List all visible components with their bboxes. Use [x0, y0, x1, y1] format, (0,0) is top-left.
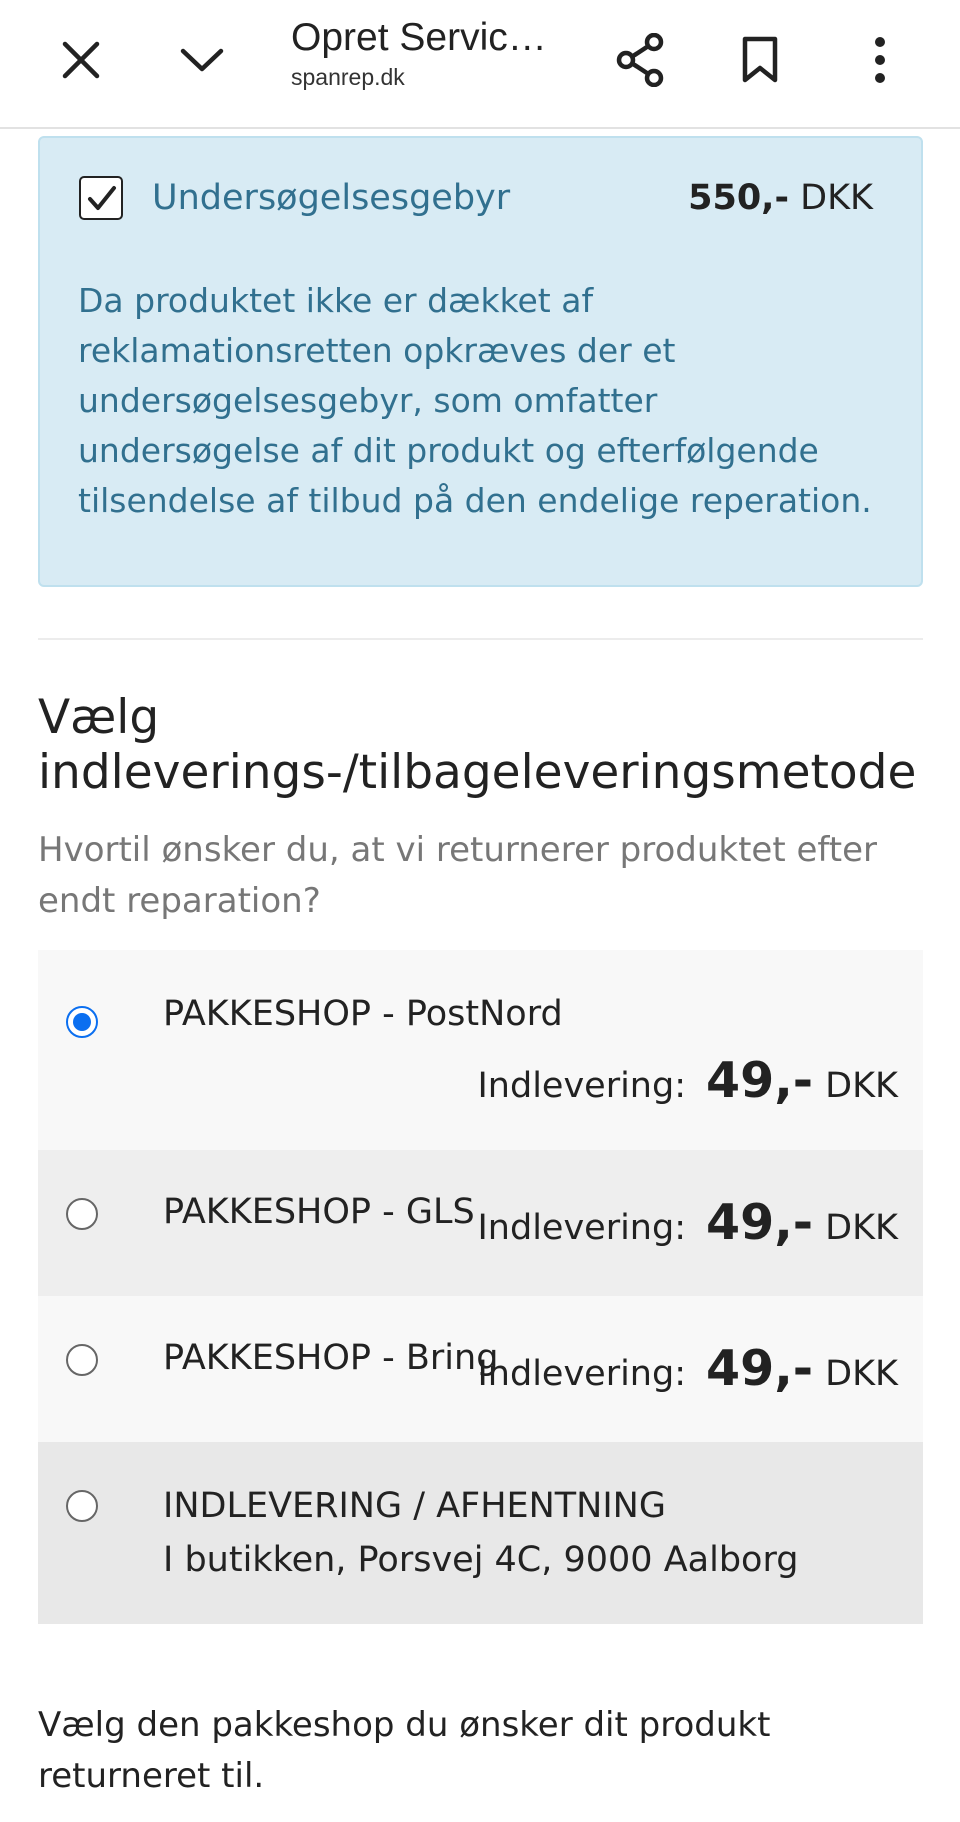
- fee-description: Da produktet ikke er dækket af reklamati…: [78, 281, 872, 520]
- radio-store-pickup[interactable]: [66, 1490, 98, 1522]
- section-subtitle: Hvortil ønsker du, at vi returnerer prod…: [38, 830, 877, 921]
- delivery-option-postnord[interactable]: PAKKESHOP - PostNord Indlevering: 49,- D…: [38, 950, 923, 1150]
- more-vert-icon[interactable]: [848, 28, 912, 92]
- radio-gls[interactable]: [66, 1198, 98, 1230]
- section-title-line-1: Vælg: [38, 690, 160, 745]
- radio-bring[interactable]: [66, 1344, 98, 1376]
- fee-price: 550,- DKK: [688, 178, 873, 218]
- option-label: INDLEVERING / AFHENTNING: [163, 1486, 666, 1526]
- radio-postnord[interactable]: [66, 1006, 98, 1038]
- option-price-amount: 49,-: [706, 1194, 814, 1251]
- fee-checkbox[interactable]: [79, 176, 123, 220]
- option-price-currency: DKK: [825, 1208, 898, 1248]
- page-title: Opret Servic…: [291, 16, 547, 59]
- section-title: Vælg indleverings-/tilbageleveringsmetod…: [38, 690, 938, 800]
- option-price: Indlevering: 49,- DKK: [477, 1340, 898, 1397]
- option-label: PAKKESHOP - GLS: [163, 1192, 475, 1232]
- option-price-currency: DKK: [825, 1066, 898, 1106]
- section-divider: [38, 638, 923, 640]
- fee-label[interactable]: Undersøgelsesgebyr: [152, 178, 510, 218]
- delivery-option-store-pickup[interactable]: INDLEVERING / AFHENTNING I butikken, Por…: [38, 1442, 923, 1624]
- fee-price-amount: 550,-: [688, 178, 789, 218]
- delivery-option-bring[interactable]: PAKKESHOP - Bring Indlevering: 49,- DKK: [38, 1296, 923, 1442]
- option-label: PAKKESHOP - PostNord: [163, 994, 563, 1034]
- option-price-label: Indlevering:: [477, 1066, 686, 1106]
- checkmark-icon: [88, 186, 116, 210]
- option-price-amount: 49,-: [706, 1340, 814, 1397]
- section-title-line-2: indleverings-/tilbageleveringsmetode: [38, 745, 917, 800]
- fee-price-currency: DKK: [800, 178, 873, 218]
- pakkeshop-hint: Vælg den pakkeshop du ønsker dit produkt…: [38, 1705, 771, 1796]
- option-price: Indlevering: 49,- DKK: [477, 1194, 898, 1251]
- option-label: PAKKESHOP - Bring: [163, 1338, 499, 1378]
- option-price-currency: DKK: [825, 1354, 898, 1394]
- share-icon[interactable]: [608, 28, 672, 92]
- option-price: Indlevering: 49,- DKK: [477, 1052, 898, 1109]
- option-address: I butikken, Porsvej 4C, 9000 Aalborg: [163, 1540, 799, 1580]
- bookmark-icon[interactable]: [728, 28, 792, 92]
- delivery-option-gls[interactable]: PAKKESHOP - GLS Indlevering: 49,- DKK: [38, 1150, 923, 1296]
- option-price-label: Indlevering:: [477, 1354, 686, 1394]
- page-url: spanrep.dk: [291, 64, 405, 90]
- chevron-down-icon[interactable]: [170, 28, 234, 92]
- option-price-amount: 49,-: [706, 1052, 814, 1109]
- option-price-label: Indlevering:: [477, 1208, 686, 1248]
- examination-fee-box: Undersøgelsesgebyr 550,- DKK Da produkte…: [38, 136, 923, 587]
- close-icon[interactable]: [49, 28, 113, 92]
- browser-toolbar: Opret Servic… spanrep.dk: [0, 0, 960, 129]
- page-title-area[interactable]: Opret Servic… spanrep.dk: [291, 16, 551, 91]
